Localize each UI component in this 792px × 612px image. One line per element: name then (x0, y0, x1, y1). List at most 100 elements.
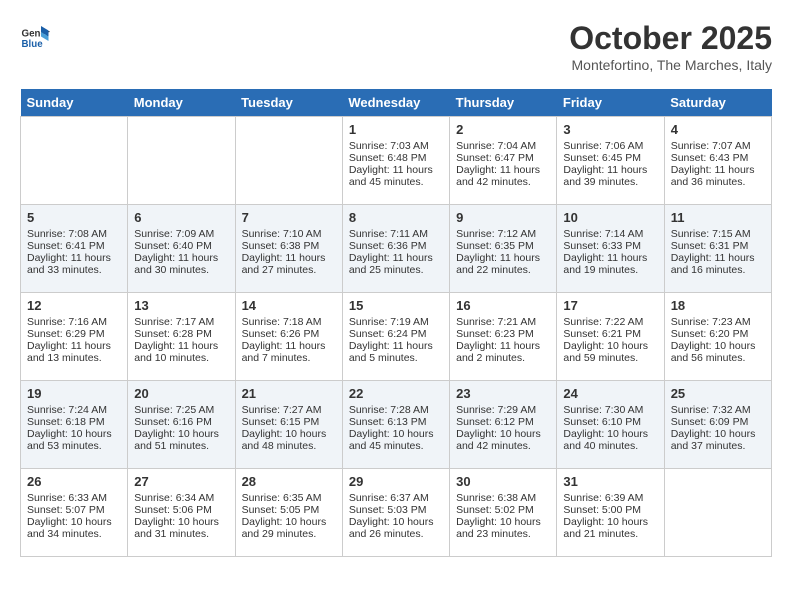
day-info: and 27 minutes. (242, 264, 336, 276)
day-info: Sunset: 5:05 PM (242, 504, 336, 516)
day-number: 8 (349, 210, 443, 225)
day-info: and 31 minutes. (134, 528, 228, 540)
day-info: Sunrise: 7:32 AM (671, 404, 765, 416)
day-info: Daylight: 11 hours (456, 252, 550, 264)
day-info: and 25 minutes. (349, 264, 443, 276)
day-info: Sunset: 5:07 PM (27, 504, 121, 516)
day-info: Sunrise: 7:18 AM (242, 316, 336, 328)
calendar-cell: 18Sunrise: 7:23 AMSunset: 6:20 PMDayligh… (664, 293, 771, 381)
day-number: 26 (27, 474, 121, 489)
day-info: Sunset: 6:10 PM (563, 416, 657, 428)
week-row-2: 5Sunrise: 7:08 AMSunset: 6:41 PMDaylight… (21, 205, 772, 293)
week-row-1: 1Sunrise: 7:03 AMSunset: 6:48 PMDaylight… (21, 117, 772, 205)
day-info: Sunrise: 7:21 AM (456, 316, 550, 328)
day-info: and 2 minutes. (456, 352, 550, 364)
calendar-cell (235, 117, 342, 205)
day-info: Sunset: 5:02 PM (456, 504, 550, 516)
day-info: and 33 minutes. (27, 264, 121, 276)
calendar-cell: 9 Sunrise: 7:12 AMSunset: 6:35 PMDaylight… (450, 205, 557, 293)
weekday-header-wednesday: Wednesday (342, 89, 449, 117)
weekday-header-friday: Friday (557, 89, 664, 117)
day-number: 2 (456, 122, 550, 137)
day-info: Sunset: 5:03 PM (349, 504, 443, 516)
day-info: and 42 minutes. (456, 440, 550, 452)
day-info: Sunrise: 6:35 AM (242, 492, 336, 504)
day-number: 7 (242, 210, 336, 225)
calendar-cell: 31Sunrise: 6:39 AMSunset: 5:00 PMDayligh… (557, 469, 664, 557)
day-info: Daylight: 10 hours (456, 428, 550, 440)
logo-icon: General Blue (20, 20, 50, 50)
day-info: Daylight: 11 hours (27, 252, 121, 264)
weekday-header-monday: Monday (128, 89, 235, 117)
day-info: Daylight: 11 hours (349, 252, 443, 264)
day-info: Daylight: 11 hours (134, 252, 228, 264)
calendar-cell: 30Sunrise: 6:38 AMSunset: 5:02 PMDayligh… (450, 469, 557, 557)
location: Montefortino, The Marches, Italy (569, 57, 772, 73)
day-info: Sunrise: 6:37 AM (349, 492, 443, 504)
day-number: 17 (563, 298, 657, 313)
weekday-header-sunday: Sunday (21, 89, 128, 117)
day-info: Sunrise: 7:15 AM (671, 228, 765, 240)
month-title: October 2025 (569, 20, 772, 57)
day-info: Sunrise: 7:22 AM (563, 316, 657, 328)
day-info: Daylight: 10 hours (134, 428, 228, 440)
day-info: Sunset: 6:35 PM (456, 240, 550, 252)
weekday-header-saturday: Saturday (664, 89, 771, 117)
day-info: and 56 minutes. (671, 352, 765, 364)
calendar-cell: 24Sunrise: 7:30 AMSunset: 6:10 PMDayligh… (557, 381, 664, 469)
day-info: and 53 minutes. (27, 440, 121, 452)
day-number: 13 (134, 298, 228, 313)
day-number: 4 (671, 122, 765, 137)
day-info: Daylight: 10 hours (349, 516, 443, 528)
day-info: Sunrise: 7:27 AM (242, 404, 336, 416)
day-info: and 34 minutes. (27, 528, 121, 540)
calendar-cell: 29 Sunrise: 6:37 AMSunset: 5:03 PMDayligh… (342, 469, 449, 557)
calendar-cell: 25Sunrise: 7:32 AMSunset: 6:09 PMDayligh… (664, 381, 771, 469)
day-number: 14 (242, 298, 336, 313)
calendar-cell: 27Sunrise: 6:34 AMSunset: 5:06 PMDayligh… (128, 469, 235, 557)
calendar-cell: 8Sunrise: 7:11 AMSunset: 6:36 PMDaylight… (342, 205, 449, 293)
calendar-cell: 20Sunrise: 7:25 AMSunset: 6:16 PMDayligh… (128, 381, 235, 469)
day-info: Sunset: 6:16 PM (134, 416, 228, 428)
calendar-cell: 14Sunrise: 7:18 AMSunset: 6:26 PMDayligh… (235, 293, 342, 381)
day-number: 29 (349, 474, 443, 489)
calendar-cell (21, 117, 128, 205)
day-info: Sunset: 6:31 PM (671, 240, 765, 252)
day-info: Sunset: 6:45 PM (563, 152, 657, 164)
calendar-cell: 23Sunrise: 7:29 AMSunset: 6:12 PMDayligh… (450, 381, 557, 469)
day-info: Sunrise: 6:33 AM (27, 492, 121, 504)
day-info: Sunset: 6:12 PM (456, 416, 550, 428)
calendar-cell: 10Sunrise: 7:14 AMSunset: 6:33 PMDayligh… (557, 205, 664, 293)
day-info: Sunset: 6:33 PM (563, 240, 657, 252)
day-info: and 51 minutes. (134, 440, 228, 452)
day-info: Daylight: 11 hours (27, 340, 121, 352)
day-info: Sunrise: 7:24 AM (27, 404, 121, 416)
day-info: Sunset: 6:28 PM (134, 328, 228, 340)
day-info: Sunrise: 7:12 AM (456, 228, 550, 240)
title-block: October 2025 Montefortino, The Marches, … (569, 20, 772, 73)
day-number: 9 (456, 210, 550, 225)
week-row-4: 19Sunrise: 7:24 AMSunset: 6:18 PMDayligh… (21, 381, 772, 469)
day-info: Sunset: 5:06 PM (134, 504, 228, 516)
page-header: General Blue October 2025 Montefortino, … (20, 20, 772, 73)
day-info: Sunset: 6:29 PM (27, 328, 121, 340)
day-number: 21 (242, 386, 336, 401)
day-info: Sunrise: 6:34 AM (134, 492, 228, 504)
calendar-cell: 12Sunrise: 7:16 AMSunset: 6:29 PMDayligh… (21, 293, 128, 381)
day-info: Daylight: 10 hours (242, 428, 336, 440)
day-info: Daylight: 11 hours (349, 340, 443, 352)
day-info: and 21 minutes. (563, 528, 657, 540)
day-info: Sunrise: 7:30 AM (563, 404, 657, 416)
day-info: and 48 minutes. (242, 440, 336, 452)
day-info: Daylight: 10 hours (349, 428, 443, 440)
day-info: Sunset: 6:40 PM (134, 240, 228, 252)
day-number: 20 (134, 386, 228, 401)
day-info: Daylight: 11 hours (563, 252, 657, 264)
day-info: Sunrise: 7:29 AM (456, 404, 550, 416)
calendar-cell: 2Sunrise: 7:04 AMSunset: 6:47 PMDaylight… (450, 117, 557, 205)
day-info: Daylight: 10 hours (242, 516, 336, 528)
calendar-cell (128, 117, 235, 205)
day-info: and 59 minutes. (563, 352, 657, 364)
day-info: Sunset: 6:09 PM (671, 416, 765, 428)
day-info: Sunset: 6:26 PM (242, 328, 336, 340)
